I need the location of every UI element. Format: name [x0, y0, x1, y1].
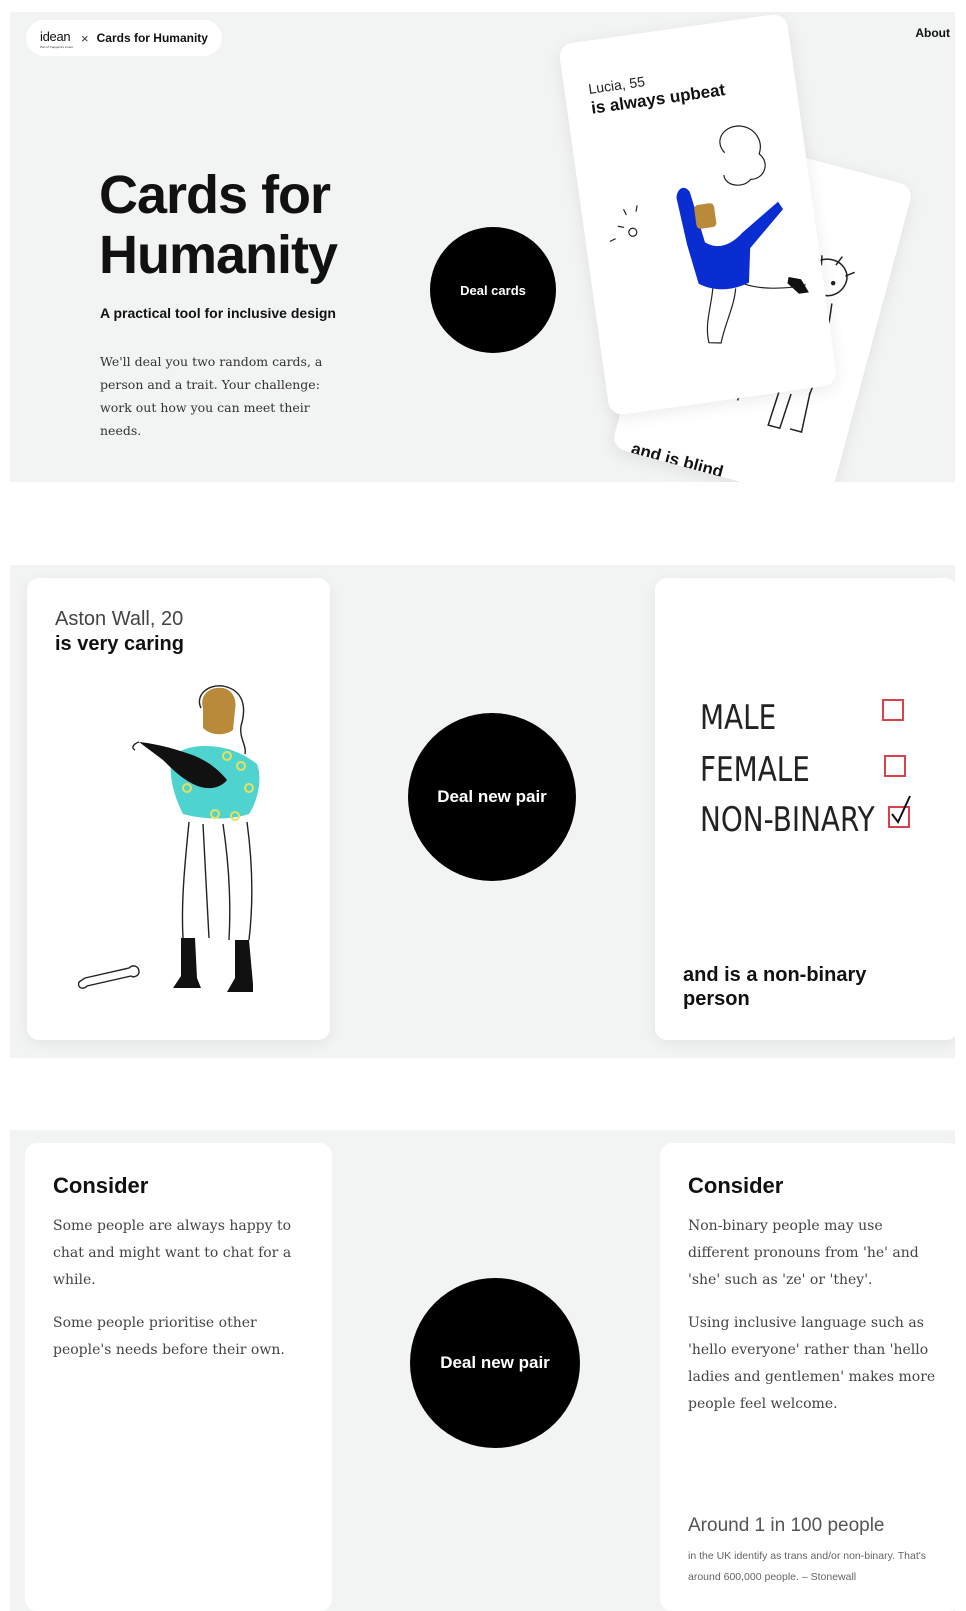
checkbox-non-binary — [888, 795, 911, 828]
consider-paragraph: Some people prioritise other people's ne… — [53, 1315, 285, 1358]
about-link[interactable]: About — [915, 26, 950, 40]
consider-card-trait: Consider Non-binary people may use diffe… — [660, 1143, 955, 1611]
deal-new-pair-button[interactable]: Deal new pair — [408, 713, 576, 881]
jumping-person-illustration — [609, 125, 809, 344]
consider-paragraph: Some people are always happy to chat and… — [53, 1218, 292, 1288]
times-symbol: × — [81, 30, 89, 46]
page-title: Cards for Humanity — [99, 165, 338, 285]
consider-paragraph: Using inclusive language such as 'hello … — [688, 1315, 936, 1412]
trait-card: MALE FEMALE NON-BINARY and is a non-bina… — [655, 578, 955, 1040]
idean-logo: idean Part of Capgemini Invent — [40, 28, 73, 49]
checkbox-female — [884, 755, 906, 777]
option-non-binary: NON-BINARY — [700, 800, 875, 840]
consider-card-person: Consider Some people are always happy to… — [25, 1143, 332, 1611]
deal-cards-button[interactable]: Deal cards — [430, 227, 556, 353]
brand-name: idean — [40, 28, 71, 44]
stat-headline: Around 1 in 100 people — [688, 1515, 885, 1536]
option-male: MALE — [700, 698, 777, 738]
checkbox-male — [882, 699, 904, 721]
consider-title: Consider — [53, 1173, 149, 1198]
brand-subline: Part of Capgemini Invent — [40, 44, 74, 49]
person-with-dog-illustration — [77, 685, 260, 992]
option-female: FEMALE — [700, 750, 810, 790]
consider-section: Consider Some people are always happy to… — [10, 1130, 955, 1611]
trait-text: and is a non-binary person — [683, 964, 867, 1010]
person-card-preview: Lucia, 55 is always upbeat — [558, 12, 838, 417]
card-pair-section: Aston Wall, 20 is very caring Deal new p… — [10, 565, 955, 1058]
consider-title: Consider — [688, 1173, 784, 1198]
brand-pill[interactable]: idean Part of Capgemini Invent × Cards f… — [26, 20, 222, 56]
page-subtitle: A practical tool for inclusive design — [100, 305, 336, 321]
checkmark-icon — [891, 795, 911, 824]
consider-paragraph: Non-binary people may use different pron… — [688, 1218, 919, 1288]
person-card: Aston Wall, 20 is very caring — [27, 578, 330, 1040]
intro-text: We'll deal you two random cards, a perso… — [100, 354, 323, 438]
stat-detail: in the UK identify as trans and/or non-b… — [688, 1550, 926, 1583]
site-name: Cards for Humanity — [96, 31, 208, 45]
hero-section: idean Part of Capgemini Invent × Cards f… — [10, 12, 955, 482]
deal-new-pair-button[interactable]: Deal new pair — [410, 1278, 580, 1448]
